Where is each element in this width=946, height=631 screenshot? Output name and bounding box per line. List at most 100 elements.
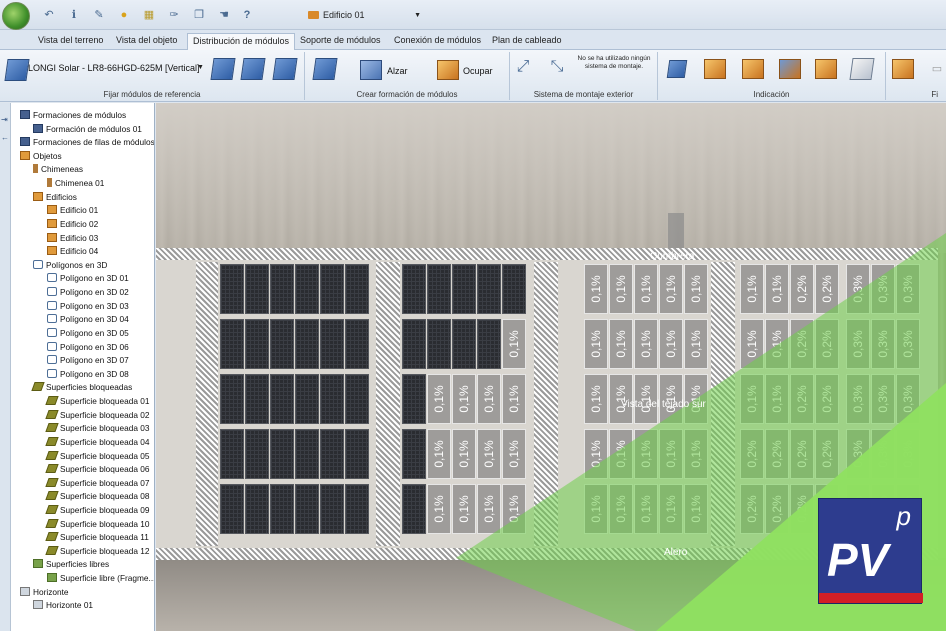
pv-module[interactable] [245,429,269,479]
shading-loss-module[interactable]: 0,1% [765,374,789,424]
tree-item[interactable]: Objetos [20,150,62,163]
shading-loss-module[interactable]: 0,2% [765,484,789,534]
shading-loss-module[interactable]: 0,1% [659,264,683,314]
pv-module[interactable] [295,264,319,314]
shading-loss-module[interactable]: 0,2% [790,484,814,534]
pv-module[interactable] [220,374,244,424]
pv-module[interactable] [320,264,344,314]
pv-module[interactable] [220,484,244,534]
shading-loss-module[interactable]: 0,1% [502,429,526,479]
pv-module[interactable] [270,374,294,424]
undo-icon[interactable]: ↶ [42,8,56,22]
tree-item[interactable]: Superficie bloqueada 08 [45,490,150,503]
tool-icon[interactable]: ✑ [167,8,181,22]
tree-item[interactable]: Formaciones de filas de módulos [20,136,154,149]
chevron-down-icon[interactable]: ▼ [197,64,204,71]
solar-panel-gear-icon[interactable] [240,58,266,80]
pv-module[interactable] [452,319,476,369]
tree-item[interactable]: Edificio 02 [47,218,98,231]
shading-loss-module[interactable]: 0,2% [815,264,839,314]
shading-loss-module[interactable]: 0,1% [477,484,501,534]
roof-view-icon[interactable] [704,59,726,79]
shading-loss-module[interactable]: 0,1% [740,264,764,314]
shading-loss-module[interactable]: 0,1% [609,319,633,369]
pv-module[interactable] [270,319,294,369]
shading-loss-module[interactable]: 0,1% [452,484,476,534]
pin-icon[interactable]: ⇥ [1,115,8,124]
shading-loss-module[interactable]: 0,2% [790,319,814,369]
tree-item[interactable]: Polígono en 3D 04 [47,313,129,326]
wrench-icon[interactable]: ✎ [92,8,106,22]
shading-loss-module[interactable]: 0,3% [896,319,920,369]
tree-item[interactable]: Superficie bloqueada 06 [45,463,150,476]
tree-item[interactable]: Superficie bloqueada 04 [45,436,150,449]
shading-loss-module[interactable]: 0,3% [846,319,870,369]
shading-loss-module[interactable]: 0,3% [896,264,920,314]
tree-item[interactable]: Superficie bloqueada 05 [45,450,150,463]
shading-loss-module[interactable]: 0,3% [896,429,920,479]
pv-module[interactable] [295,484,319,534]
tree-item[interactable]: Superficie bloqueada 02 [45,409,150,422]
pv-module[interactable] [452,264,476,314]
tab-module-mounting[interactable]: Soporte de módulos [295,33,386,50]
copy-icon[interactable]: ❐ [192,8,206,22]
tab-terrain-view[interactable]: Vista del terreno [33,33,108,50]
shading-loss-module[interactable]: 0,1% [740,319,764,369]
document-select[interactable]: Edificio 01 ▼ [305,7,425,24]
pv-module[interactable] [477,264,501,314]
pv-module[interactable] [320,429,344,479]
shading-loss-module[interactable]: 0,1% [502,374,526,424]
pv-module[interactable] [427,319,451,369]
panel-view-icon[interactable] [666,60,688,78]
tree-item[interactable]: Polígono en 3D 06 [47,341,129,354]
pv-module[interactable] [270,429,294,479]
tree-item[interactable]: Superficie bloqueada 01 [45,395,150,408]
hand-icon[interactable]: ☚ [217,8,231,22]
shading-loss-module[interactable]: 0,1% [609,484,633,534]
tree-item[interactable]: Polígono en 3D 05 [47,327,129,340]
shading-loss-module[interactable]: 0,1% [765,319,789,369]
tree-item[interactable]: Chimenea 01 [47,177,104,190]
shading-loss-module[interactable]: 0,2% [740,484,764,534]
pv-module[interactable] [502,264,526,314]
tree-item[interactable]: Polígono en 3D 07 [47,354,129,367]
tree-item[interactable]: Polígono en 3D 08 [47,368,129,381]
shading-loss-module[interactable]: 0,3% [871,374,895,424]
shading-loss-module[interactable]: 0,1% [584,484,608,534]
tree-item[interactable]: Edificio 04 [47,245,98,258]
shading-loss-module[interactable]: 0,3% [871,264,895,314]
shading-loss-module[interactable]: 0,1% [659,429,683,479]
pv-module[interactable] [220,264,244,314]
pv-module[interactable] [245,264,269,314]
shading-loss-module[interactable]: 0,2% [815,374,839,424]
shading-loss-module[interactable]: 0,1% [634,264,658,314]
pv-module[interactable] [402,374,426,424]
pv-module[interactable] [245,319,269,369]
pv-module[interactable] [345,319,369,369]
tree-item[interactable]: Horizonte 01 [33,599,93,612]
shading-loss-module[interactable]: 0,3% [896,374,920,424]
shading-loss-module[interactable]: 0,1% [634,319,658,369]
tree-item[interactable]: Formaciones de módulos [20,109,126,122]
app-logo-icon[interactable] [2,2,30,30]
shading-loss-module[interactable]: 0,2% [790,429,814,479]
pv-module[interactable] [345,484,369,534]
shading-loss-module[interactable]: 0,1% [765,264,789,314]
shading-loss-module[interactable]: 0,1% [634,429,658,479]
pv-module[interactable] [295,374,319,424]
shading-loss-module[interactable]: 0,1% [684,484,708,534]
tree-item[interactable]: Polígonos en 3D [33,259,107,272]
shading-loss-module[interactable]: 0,1% [427,374,451,424]
roof-shape-icon[interactable] [815,59,837,79]
shading-loss-module[interactable]: 0,1% [684,264,708,314]
tree-item[interactable]: Superficie libre (Fragme... [47,572,154,585]
shading-loss-module[interactable]: 0,3% [846,374,870,424]
shading-loss-module[interactable]: 0,1% [427,484,451,534]
panel-roof-icon[interactable] [779,59,801,79]
clipboard-icon[interactable]: ▦ [142,8,156,22]
help-icon[interactable]: ? [240,8,254,22]
pv-module[interactable] [320,374,344,424]
pv-module[interactable] [270,264,294,314]
new-array-icon[interactable] [312,58,338,80]
tree-item[interactable]: Edificio 03 [47,232,98,245]
